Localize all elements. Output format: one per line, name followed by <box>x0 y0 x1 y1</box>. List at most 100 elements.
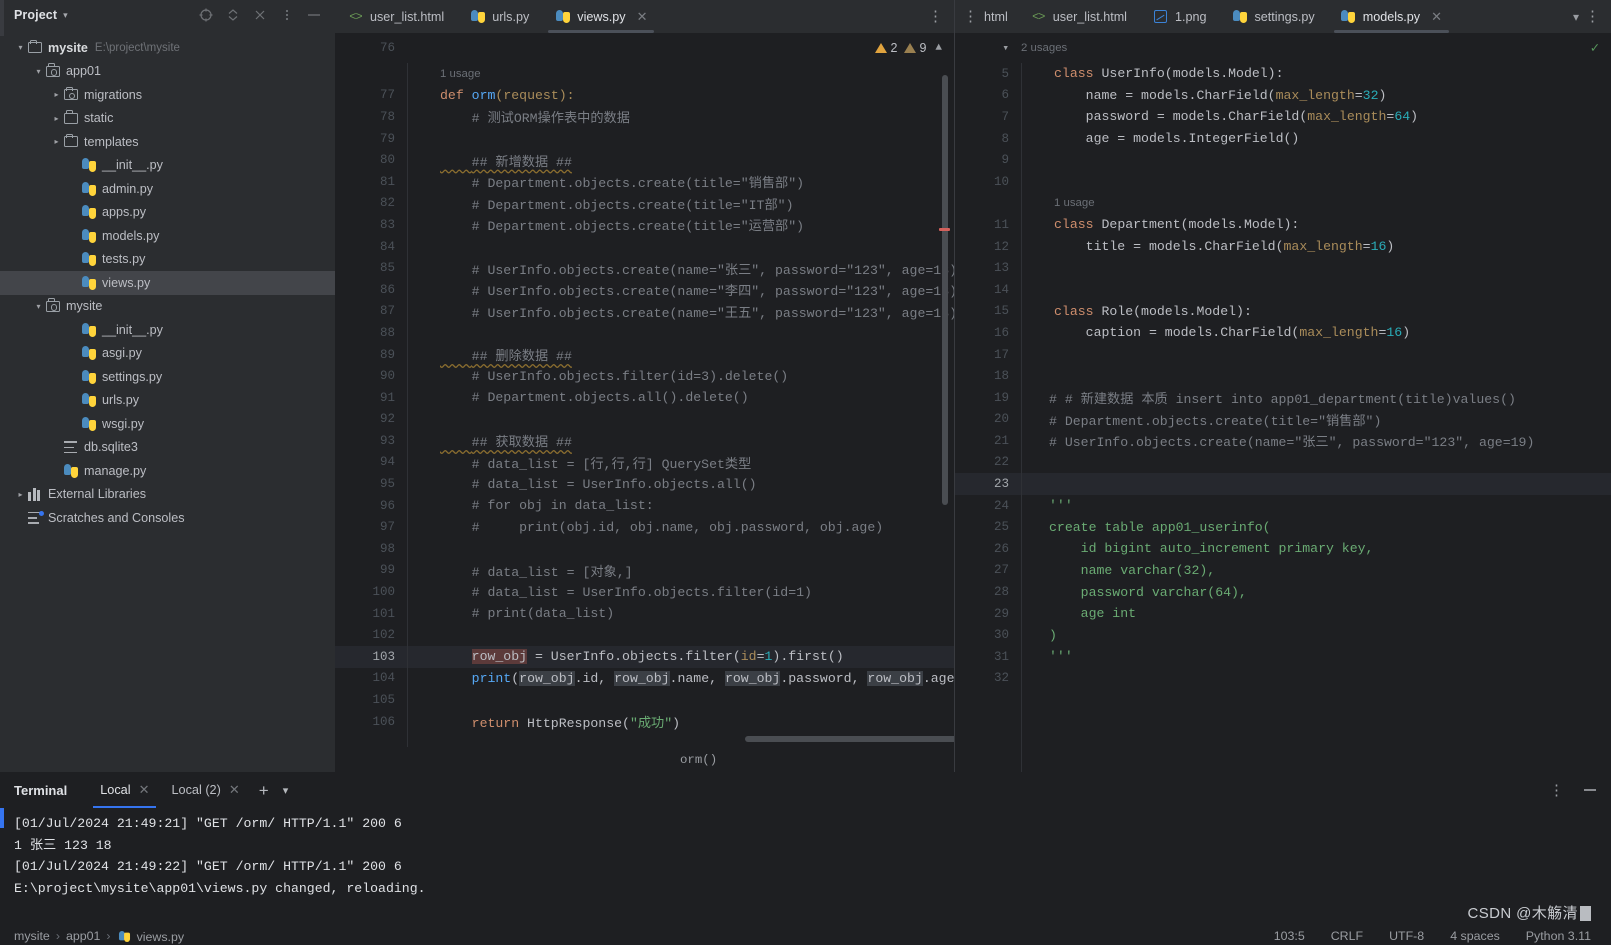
tree-item-manage-py[interactable]: manage.py <box>0 459 335 483</box>
code-line[interactable]: 105 <box>335 689 954 711</box>
code-line[interactable]: 13 <box>955 257 1611 279</box>
tab-1-png[interactable]: 1.png <box>1140 0 1220 33</box>
tree-item-scratches-and-consoles[interactable]: Scratches and Consoles <box>0 506 335 530</box>
tree-item-mysite[interactable]: ▾mysite <box>0 295 335 319</box>
chevron-down-icon[interactable]: ▾ <box>14 41 27 54</box>
code-line[interactable]: 14 <box>955 279 1611 301</box>
code-line[interactable]: 6 name = models.CharField(max_length=32) <box>955 85 1611 107</box>
tree-item-views-py[interactable]: views.py <box>0 271 335 295</box>
code-line[interactable]: 90 # UserInfo.objects.filter(id=3).delet… <box>335 365 954 387</box>
code-line[interactable]: 77 def orm(request): <box>335 85 954 107</box>
tree-item-static[interactable]: ▸static <box>0 107 335 131</box>
file-encoding[interactable]: UTF-8 <box>1389 929 1424 943</box>
indent-setting[interactable]: 4 spaces <box>1450 929 1500 943</box>
code-line-current[interactable]: 23 <box>955 473 1611 495</box>
more-options-icon[interactable]: ⋮ <box>959 9 982 24</box>
code-line[interactable]: 5 class UserInfo(models.Model): <box>955 63 1611 85</box>
code-line[interactable]: 29 age int <box>955 603 1611 625</box>
code-line[interactable]: 84 <box>335 236 954 258</box>
code-line[interactable]: 8 age = models.IntegerField() <box>955 128 1611 150</box>
code-line[interactable]: 22 <box>955 452 1611 474</box>
code-line[interactable]: 79 <box>335 128 954 150</box>
code-line[interactable]: 9 <box>955 149 1611 171</box>
tab-views-py[interactable]: views.py ✕ <box>542 0 660 33</box>
expand-collapse-icon[interactable] <box>225 8 240 23</box>
new-terminal-button[interactable]: + <box>251 782 277 799</box>
code-line[interactable]: 12 title = models.CharField(max_length=1… <box>955 236 1611 258</box>
left-code-area[interactable]: 1 usage 77 def orm(request): 78 # 测试ORM操… <box>335 63 954 747</box>
tree-item-migrations[interactable]: ▸migrations <box>0 83 335 107</box>
code-line[interactable]: 102 <box>335 624 954 646</box>
minimize-icon[interactable] <box>306 8 321 23</box>
tree-item-apps-py[interactable]: apps.py <box>0 201 335 225</box>
close-icon[interactable]: ✕ <box>1431 9 1442 25</box>
code-line[interactable]: 30 ) <box>955 624 1611 646</box>
chevron-down-icon[interactable]: ▾ <box>32 300 45 313</box>
chevron-right-icon[interactable]: ▸ <box>50 112 63 125</box>
code-line[interactable]: 28 password varchar(64), <box>955 581 1611 603</box>
inspection-ok-icon[interactable]: ✓ <box>1591 40 1611 57</box>
tree-item-templates[interactable]: ▸templates <box>0 130 335 154</box>
code-line[interactable]: 88 <box>335 322 954 344</box>
collapse-all-icon[interactable] <box>252 8 267 23</box>
code-line[interactable]: 82 # Department.objects.create(title="IT… <box>335 193 954 215</box>
chevron-down-icon[interactable]: ▾ <box>955 41 1021 55</box>
warning-count-badge[interactable]: 2 <box>875 41 897 55</box>
code-line[interactable]: 26 id bigint auto_increment primary key, <box>955 538 1611 560</box>
more-options-icon[interactable]: ⋮ <box>924 9 947 24</box>
code-line[interactable]: 98 <box>335 538 954 560</box>
right-code-area[interactable]: 5 class UserInfo(models.Model): 6 name =… <box>955 63 1611 772</box>
interpreter-selector[interactable]: Python 3.11 <box>1526 929 1591 943</box>
code-line[interactable]: 78 # 测试ORM操作表中的数据 <box>335 106 954 128</box>
project-tree[interactable]: ▾mysiteE:\project\mysite▾app01▸migration… <box>0 36 335 530</box>
code-line[interactable]: 16 caption = models.CharField(max_length… <box>955 322 1611 344</box>
tree-item-wsgi-py[interactable]: wsgi.py <box>0 412 335 436</box>
tree-item-app01[interactable]: ▾app01 <box>0 60 335 84</box>
code-line[interactable]: 15 class Role(models.Model): <box>955 301 1611 323</box>
inspection-widget[interactable]: 2 9 ▲ <box>875 41 954 55</box>
code-line[interactable]: 97 # print(obj.id, obj.name, obj.passwor… <box>335 516 954 538</box>
locate-icon[interactable] <box>198 8 213 23</box>
chevron-right-icon[interactable]: ▸ <box>14 488 27 501</box>
code-line[interactable]: 83 # Department.objects.create(title="运营… <box>335 214 954 236</box>
line-separator[interactable]: CRLF <box>1331 929 1363 943</box>
tree-item--init-py[interactable]: __init__.py <box>0 318 335 342</box>
code-line[interactable]: 92 <box>335 409 954 431</box>
code-line[interactable]: 93 ## 获取数据 ## <box>335 430 954 452</box>
more-options-icon[interactable]: ⋮ <box>1581 9 1604 24</box>
breadcrumb-segment-file[interactable]: views.py <box>117 929 185 944</box>
minimize-icon[interactable] <box>1582 783 1597 798</box>
tree-item-settings-py[interactable]: settings.py <box>0 365 335 389</box>
code-line[interactable]: 91 # Department.objects.all().delete() <box>335 387 954 409</box>
chevron-down-icon[interactable]: ▾ <box>1573 10 1579 24</box>
chevron-down-icon[interactable]: ▾ <box>277 784 295 797</box>
code-line[interactable]: 96 # for obj in data_list: <box>335 495 954 517</box>
code-line[interactable]: 18 <box>955 365 1611 387</box>
chevron-down-icon[interactable]: ▾ <box>32 65 45 78</box>
code-line[interactable]: 25 create table app01_userinfo( <box>955 516 1611 538</box>
breadcrumb-segment-app[interactable]: app01 <box>66 929 100 943</box>
code-line[interactable]: 32 <box>955 668 1611 690</box>
tab-user-list-html[interactable]: <> user_list.html <box>1018 0 1140 33</box>
code-line[interactable]: 81 # Department.objects.create(title="销售… <box>335 171 954 193</box>
code-line[interactable]: 106 return HttpResponse("成功") <box>335 711 954 733</box>
breadcrumb-segment-project[interactable]: mysite <box>14 929 50 943</box>
code-line[interactable]: 20 # Department.objects.create(title="销售… <box>955 409 1611 431</box>
code-line[interactable]: 100 # data_list = UserInfo.objects.filte… <box>335 581 954 603</box>
code-line[interactable]: 86 # UserInfo.objects.create(name="李四", … <box>335 279 954 301</box>
terminal-tab-local-2[interactable]: Local (2) ✕ <box>160 772 250 808</box>
close-icon[interactable]: ✕ <box>229 782 240 798</box>
more-options-icon[interactable]: ⋮ <box>1545 783 1568 798</box>
code-line[interactable]: 95 # data_list = UserInfo.objects.all() <box>335 473 954 495</box>
code-line[interactable]: 99 # data_list = [对象,] <box>335 560 954 582</box>
tree-item-external-libraries[interactable]: ▸External Libraries <box>0 483 335 507</box>
chevron-down-icon[interactable]: ▾ <box>63 10 68 21</box>
left-editor-breadcrumb[interactable]: orm() <box>335 747 954 772</box>
chevron-right-icon[interactable]: ▸ <box>50 135 63 148</box>
code-line[interactable]: 17 <box>955 344 1611 366</box>
tab-user-list-html[interactable]: <> user_list.html <box>335 0 457 33</box>
code-line[interactable]: 89 ## 删除数据 ## <box>335 344 954 366</box>
tab-settings-py[interactable]: settings.py <box>1220 0 1328 33</box>
tree-item-asgi-py[interactable]: asgi.py <box>0 342 335 366</box>
code-line[interactable]: 104 print(row_obj.id, row_obj.name, row_… <box>335 668 954 690</box>
